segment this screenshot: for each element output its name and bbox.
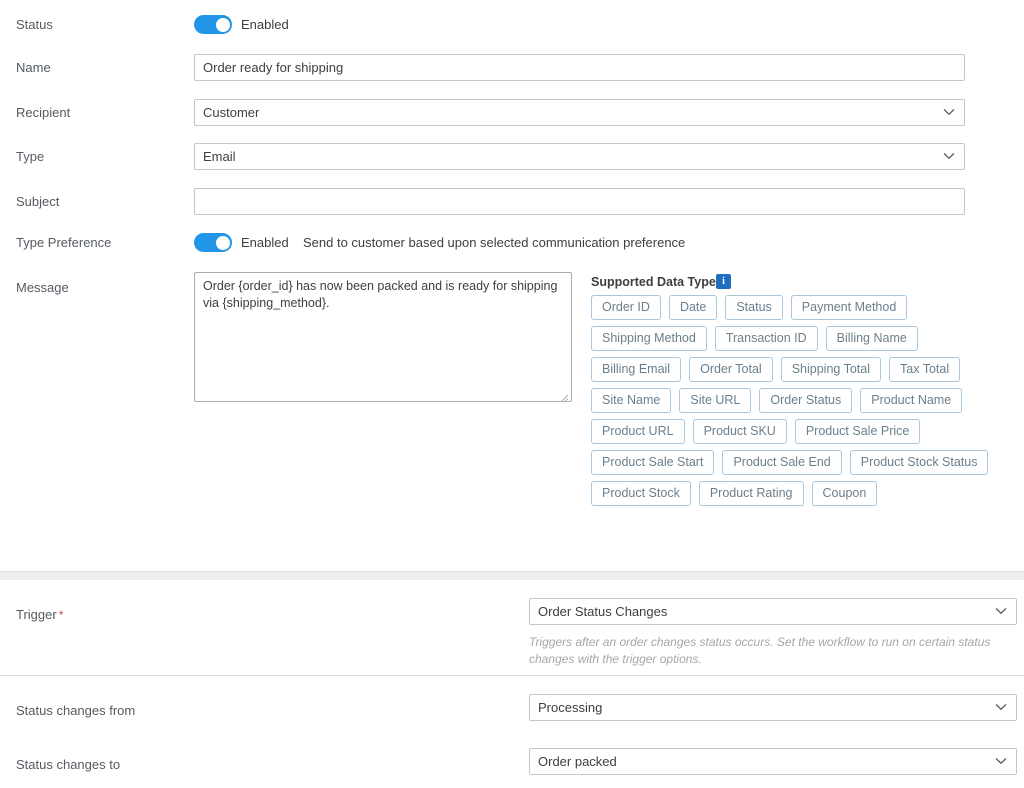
- data-type-chip[interactable]: Product Stock: [591, 481, 691, 506]
- chip-row: Site Name Site URL Order Status Product Nam…: [591, 388, 1021, 419]
- chip-row: Billing Email Order Total Shipping Total Ta…: [591, 357, 1021, 388]
- status-toggle[interactable]: [194, 15, 232, 34]
- notification-settings-panel: Status Enabled Name Order ready for ship…: [0, 0, 1024, 572]
- data-type-chip[interactable]: Order ID: [591, 295, 661, 320]
- type-preference-toggle-state-text: Enabled: [241, 233, 289, 252]
- data-type-chip[interactable]: Product SKU: [693, 419, 787, 444]
- status-changes-to-value: Order packed: [538, 754, 617, 769]
- subject-input[interactable]: [194, 188, 965, 215]
- status-label: Status: [16, 17, 53, 33]
- data-type-chip[interactable]: Product Sale End: [722, 450, 841, 475]
- data-type-chip[interactable]: Tax Total: [889, 357, 960, 382]
- chevron-down-icon: [943, 144, 955, 169]
- trigger-select-value: Order Status Changes: [538, 604, 667, 619]
- data-type-chip[interactable]: Order Status: [759, 388, 852, 413]
- data-type-chip[interactable]: Shipping Total: [781, 357, 881, 382]
- data-type-chip[interactable]: Product URL: [591, 419, 685, 444]
- type-preference-toggle-knob: [216, 236, 230, 250]
- name-input[interactable]: Order ready for shipping: [194, 54, 965, 81]
- recipient-label: Recipient: [16, 105, 70, 121]
- data-type-chip[interactable]: Product Rating: [699, 481, 804, 506]
- type-select-value: Email: [203, 149, 236, 164]
- chip-row: Product URL Product SKU Product Sale Price: [591, 419, 1021, 450]
- trigger-settings-panel: Trigger* Order Status Changes Triggers a…: [0, 580, 1024, 788]
- chevron-down-icon: [995, 749, 1007, 774]
- status-toggle-state-text: Enabled: [241, 15, 289, 34]
- status-toggle-knob: [216, 18, 230, 32]
- data-type-chip[interactable]: Transaction ID: [715, 326, 818, 351]
- status-changes-from-value: Processing: [538, 700, 602, 715]
- data-type-chip[interactable]: Product Stock Status: [850, 450, 989, 475]
- recipient-select[interactable]: Customer: [194, 99, 965, 126]
- data-type-chip[interactable]: Shipping Method: [591, 326, 707, 351]
- required-asterisk: *: [59, 608, 64, 622]
- data-type-chip[interactable]: Billing Name: [826, 326, 918, 351]
- chip-row: Product Sale Start Product Sale End Produc…: [591, 450, 1021, 481]
- chip-row: Shipping Method Transaction ID Billing Nam…: [591, 326, 1021, 357]
- data-type-chip[interactable]: Site URL: [679, 388, 751, 413]
- status-changes-to-label: Status changes to: [16, 757, 120, 773]
- settings-form-page: Status Enabled Name Order ready for ship…: [0, 0, 1024, 788]
- data-type-chip[interactable]: Product Sale Price: [795, 419, 921, 444]
- chevron-down-icon: [995, 599, 1007, 624]
- data-type-chip[interactable]: Site Name: [591, 388, 671, 413]
- supported-data-types-chip-list: Order ID Date Status Payment Method Shipping…: [591, 295, 1021, 512]
- chevron-down-icon: [995, 695, 1007, 720]
- data-type-chip[interactable]: Status: [725, 295, 782, 320]
- type-preference-note: Send to customer based upon selected com…: [303, 233, 685, 252]
- chevron-down-icon: [943, 100, 955, 125]
- name-label: Name: [16, 60, 51, 76]
- status-changes-from-select[interactable]: Processing: [529, 694, 1017, 721]
- data-type-chip[interactable]: Coupon: [812, 481, 878, 506]
- trigger-inner-divider: [0, 675, 1024, 676]
- type-label: Type: [16, 149, 44, 165]
- trigger-select[interactable]: Order Status Changes: [529, 598, 1017, 625]
- trigger-helper-text: Triggers after an order changes status o…: [529, 634, 1017, 668]
- data-type-chip[interactable]: Product Name: [860, 388, 962, 413]
- data-type-chip[interactable]: Billing Email: [591, 357, 681, 382]
- data-type-chip[interactable]: Order Total: [689, 357, 773, 382]
- message-textarea[interactable]: Order {order_id} has now been packed and…: [194, 272, 572, 402]
- type-preference-toggle[interactable]: [194, 233, 232, 252]
- data-type-chip[interactable]: Product Sale Start: [591, 450, 714, 475]
- trigger-label-text: Trigger: [16, 607, 57, 622]
- data-type-chip[interactable]: Date: [669, 295, 717, 320]
- message-label: Message: [16, 280, 69, 296]
- status-changes-to-select[interactable]: Order packed: [529, 748, 1017, 775]
- status-changes-from-label: Status changes from: [16, 703, 135, 719]
- info-icon[interactable]: i: [716, 274, 731, 289]
- supported-data-types-heading: Supported Data Types:: [591, 274, 727, 290]
- data-type-chip[interactable]: Payment Method: [791, 295, 908, 320]
- subject-label: Subject: [16, 194, 59, 210]
- trigger-label: Trigger*: [16, 607, 63, 623]
- section-gap-band: [0, 572, 1024, 580]
- type-preference-label: Type Preference: [16, 235, 111, 251]
- chip-row: Product Stock Product Rating Coupon: [591, 481, 1021, 512]
- chip-row: Order ID Date Status Payment Method: [591, 295, 1021, 326]
- recipient-select-value: Customer: [203, 105, 259, 120]
- type-select[interactable]: Email: [194, 143, 965, 170]
